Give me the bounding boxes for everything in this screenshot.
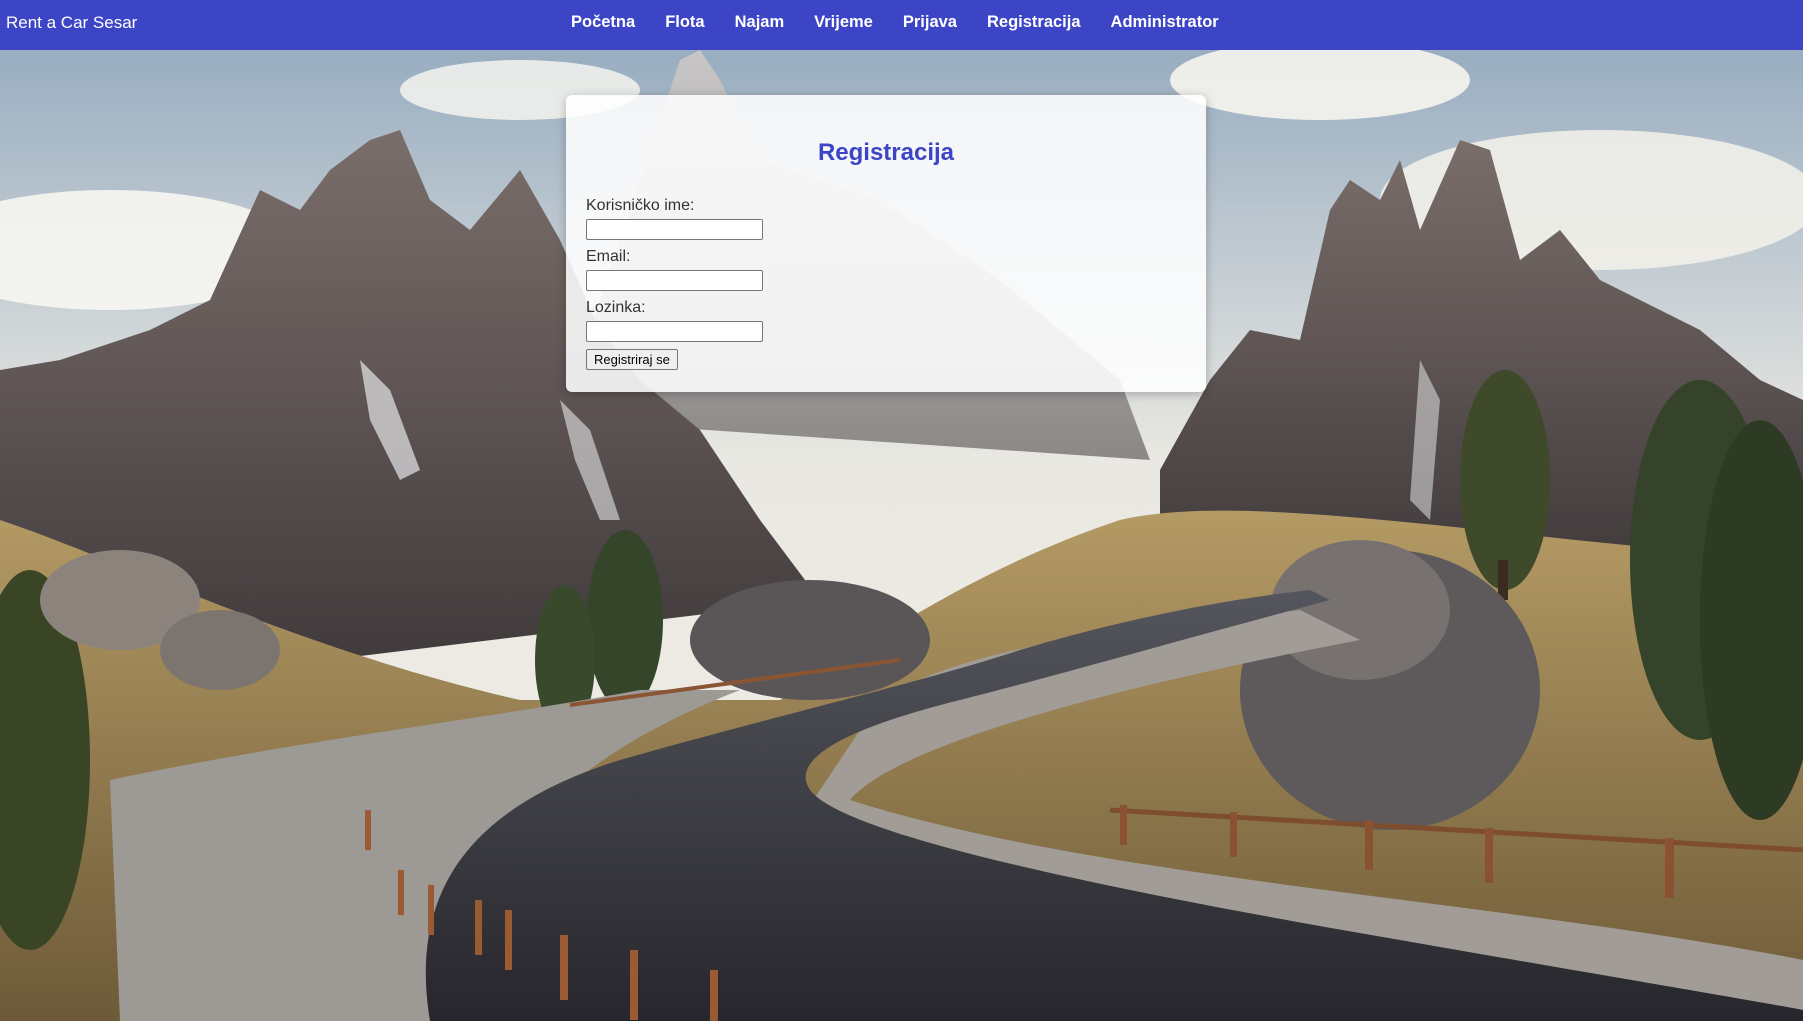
password-input[interactable] [586,321,763,342]
top-navbar: Rent a Car Sesar Početna Flota Najam Vri… [0,0,1803,50]
brand-link[interactable]: Rent a Car Sesar [6,13,137,33]
nav-link-vrijeme[interactable]: Vrijeme [814,12,873,32]
registration-form: Korisničko ime: Email: Lozinka: Registri… [586,196,763,370]
username-label: Korisničko ime: [586,197,695,214]
nav-links: Početna Flota Najam Vrijeme Prijava Regi… [556,12,1234,32]
nav-link-registracija[interactable]: Registracija [987,12,1081,32]
email-input[interactable] [586,270,763,291]
page-title: Registracija [817,139,955,166]
registration-card: Registracija Korisničko ime: Email: Lozi… [566,95,1206,392]
password-label: Lozinka: [586,299,646,316]
username-input[interactable] [586,219,763,240]
register-button[interactable]: Registriraj se [586,349,678,370]
nav-link-administrator[interactable]: Administrator [1111,12,1219,32]
nav-link-najam[interactable]: Najam [735,12,785,32]
nav-link-pocetna[interactable]: Početna [571,12,635,32]
nav-link-prijava[interactable]: Prijava [903,12,957,32]
email-label: Email: [586,248,631,265]
nav-link-flota[interactable]: Flota [665,12,704,32]
